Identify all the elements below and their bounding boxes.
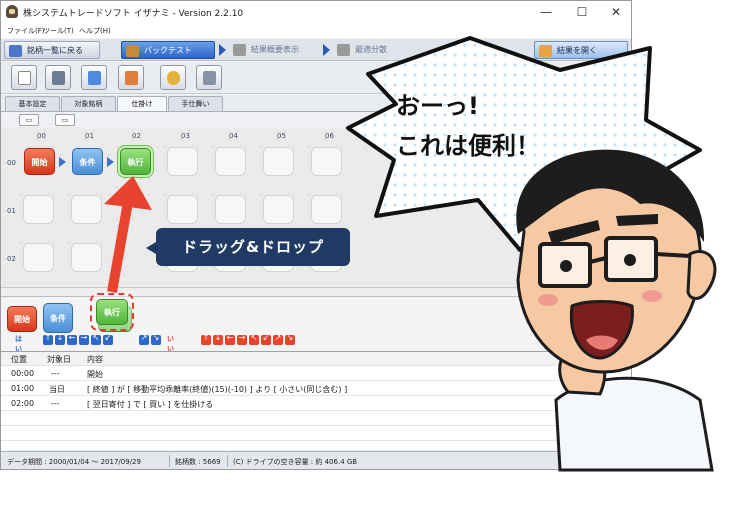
speech-line-1: おーっ! (396, 92, 479, 120)
speech-text: おーっ! これは便利！ (396, 86, 626, 166)
drag-drop-callout: ドラッグ&ドロップ (146, 228, 350, 266)
drag-arrow-icon (104, 176, 152, 293)
speech-line-2: これは便利！ (396, 132, 540, 160)
